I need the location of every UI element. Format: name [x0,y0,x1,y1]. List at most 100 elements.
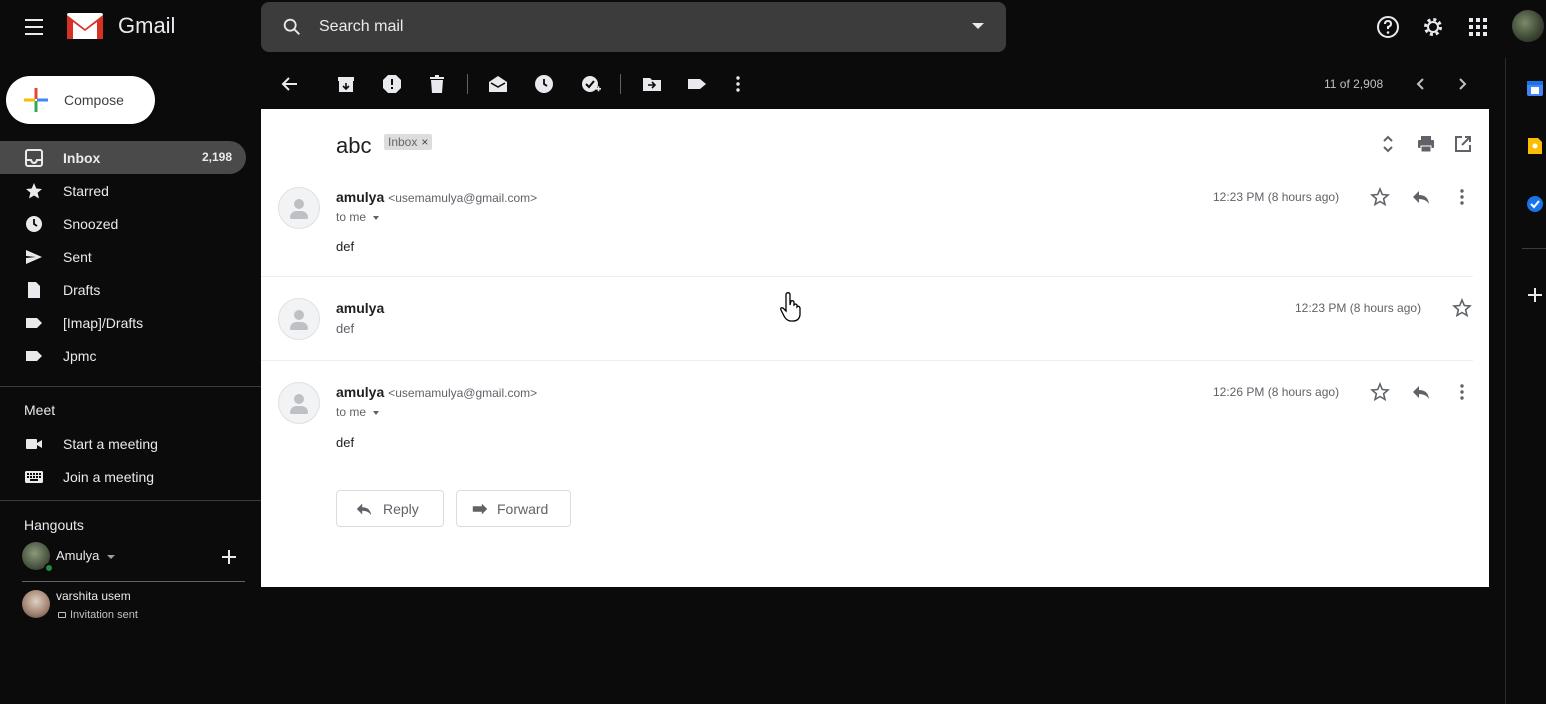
main-menu-icon[interactable] [22,16,48,40]
recipient-details-toggle[interactable]: to me [336,405,380,419]
contact-avatar[interactable] [22,590,50,618]
move-to-folder-icon[interactable] [642,74,662,94]
search-bar[interactable] [261,2,1006,52]
account-avatar[interactable] [1512,10,1544,42]
archive-icon[interactable] [336,74,356,94]
expand-all-icon[interactable] [1378,134,1398,154]
get-addons-plus-icon[interactable] [1527,287,1543,303]
sidebar-item-imap-drafts[interactable]: [Imap]/Drafts [0,306,246,339]
send-icon [26,250,42,264]
settings-gear-icon[interactable] [1420,14,1446,40]
label-icon [26,351,42,361]
sender-avatar[interactable] [278,298,320,340]
reply-arrow-icon[interactable] [1411,187,1431,207]
top-bar: Gmail [0,0,1546,56]
message-divider [261,276,1473,277]
keep-notes-icon[interactable] [1526,137,1544,155]
gmail-logo-icon[interactable] [66,10,104,42]
thread-subject: abc [336,133,372,158]
older-chevron-right-icon[interactable] [1452,74,1472,94]
sidebar-item-label: Inbox [63,150,101,166]
back-arrow-icon[interactable] [280,74,300,94]
message-sender[interactable]: amulya <usemamulya@gmail.com> [336,384,537,400]
compose-label: Compose [64,92,124,108]
chevron-down-icon [106,554,115,559]
label-icon [26,318,42,328]
chevron-down-icon [373,215,380,220]
side-panel-divider [1522,248,1546,249]
envelope-icon [58,612,66,619]
reply-button[interactable]: Reply [336,490,444,527]
star-outline-icon[interactable] [1370,382,1390,402]
recipient-details-toggle[interactable]: to me [336,210,380,224]
sender-avatar[interactable] [278,382,320,424]
join-meeting-button[interactable]: Join a meeting [0,460,246,493]
search-options-dropdown-icon[interactable] [972,23,984,29]
online-status-indicator [44,563,54,573]
sidebar-item-inbox[interactable]: Inbox 2,198 [0,141,246,174]
message-snippet[interactable]: def [336,321,354,336]
star-outline-icon[interactable] [1452,298,1472,318]
compose-plus-icon [24,88,48,112]
hangouts-divider [22,581,245,582]
tasks-icon[interactable] [1526,195,1544,213]
sidebar-item-label: Jpmc [63,348,97,364]
newer-chevron-left-icon[interactable] [1411,74,1431,94]
recipient-label: to me [336,405,367,419]
apps-grid-icon[interactable] [1465,14,1491,40]
print-icon[interactable] [1416,134,1436,154]
video-camera-icon [26,439,42,449]
star-outline-icon[interactable] [1370,187,1390,207]
hand-pointer-cursor-icon [780,292,801,322]
sidebar-divider [0,386,261,387]
pagination-count: 11 of 2,908 [1324,77,1384,91]
toolbar-separator [467,74,468,94]
start-meeting-button[interactable]: Start a meeting [0,427,246,460]
toolbar-separator [620,74,621,94]
reply-arrow-icon [356,503,372,516]
reply-arrow-icon[interactable] [1411,382,1431,402]
sidebar-item-label: Sent [63,249,92,265]
sidebar-item-starred[interactable]: Starred [0,174,246,207]
more-vert-icon[interactable] [1452,187,1472,207]
new-conversation-plus-icon[interactable] [221,549,237,565]
sidebar-item-sent[interactable]: Sent [0,240,246,273]
search-input[interactable] [319,15,919,39]
add-to-tasks-icon[interactable] [581,74,601,94]
mark-as-unread-icon[interactable] [488,74,508,94]
sender-email: <usemamulya@gmail.com> [388,386,538,400]
delete-trash-icon[interactable] [427,74,447,94]
contact-varshita-usem[interactable]: varshita usem [56,589,131,603]
search-icon[interactable] [281,16,303,38]
message-sender[interactable]: amulya <usemamulya@gmail.com> [336,189,537,205]
sender-name[interactable]: amulya [336,300,384,316]
meet-section-title: Meet [24,402,56,418]
sidebar-item-label: [Imap]/Drafts [63,315,144,331]
open-in-new-window-icon[interactable] [1453,134,1473,154]
inbox-unread-count: 2,198 [201,150,232,164]
contact-status: Invitation sent [58,609,138,621]
chevron-down-icon [373,410,380,415]
sidebar-item-snoozed[interactable]: Snoozed [0,207,246,240]
report-spam-icon[interactable] [382,74,402,94]
help-icon[interactable] [1375,14,1401,40]
sender-avatar[interactable] [278,187,320,229]
more-vert-icon[interactable] [728,74,748,94]
app-name[interactable]: Gmail [118,13,175,39]
start-meeting-label: Start a meeting [63,436,158,452]
sidebar-item-jpmc[interactable]: Jpmc [0,339,246,372]
snooze-clock-icon[interactable] [534,74,554,94]
message-body: def [336,435,355,450]
forward-button[interactable]: Forward [456,490,571,527]
email-thread: abc Inbox × amulya <usemamulya@gmail.com> … [261,109,1489,587]
compose-button[interactable]: Compose [6,76,155,124]
sidebar-item-drafts[interactable]: Drafts [0,273,246,306]
calendar-icon[interactable] [1526,79,1544,97]
more-vert-icon[interactable] [1452,382,1472,402]
recipient-label: to me [336,210,367,224]
hangouts-user-menu[interactable]: Amulya [56,548,115,563]
sidebar-item-label: Drafts [63,282,101,298]
remove-label-icon[interactable]: × [421,135,428,149]
label-icon[interactable] [687,74,707,94]
message-body: def [336,239,355,254]
